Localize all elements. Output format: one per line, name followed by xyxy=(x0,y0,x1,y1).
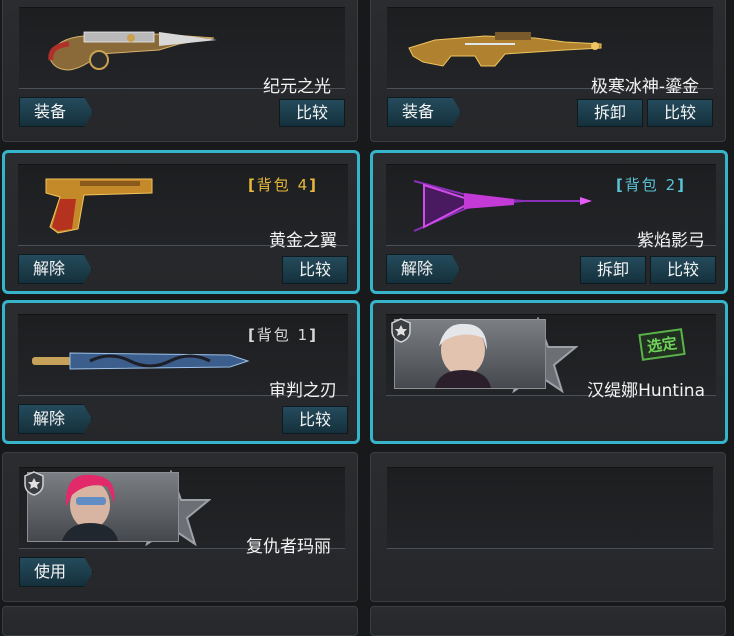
item-card-ziyan[interactable]: [背包 2] 紫焰影弓 解除 拆卸 比较 xyxy=(370,150,728,294)
compare-button[interactable]: 比较 xyxy=(282,256,348,284)
rank-badge-icon xyxy=(24,471,44,496)
energy-blaster-icon xyxy=(48,31,217,71)
unequip-button[interactable]: 解除 xyxy=(18,254,92,284)
compare-button[interactable]: 比较 xyxy=(279,99,345,127)
purple-crossbow-icon xyxy=(413,180,592,232)
backpack-slot-badge: [背包 1] xyxy=(247,326,318,344)
character-preview-pane: 复仇者玛丽 xyxy=(19,467,345,557)
blade-icon xyxy=(32,352,250,370)
backpack-slot-badge: [背包 2] xyxy=(615,176,686,194)
compare-button[interactable]: 比较 xyxy=(650,256,716,284)
remove-part-button[interactable]: 拆卸 xyxy=(580,256,646,284)
character-name: 复仇者玛丽 xyxy=(246,537,331,557)
selected-stamp: 选定 xyxy=(638,328,686,361)
item-preview-pane: 极寒冰神-鎏金 xyxy=(387,7,713,97)
character-card-huntina[interactable]: 选定 汉缇娜Huntina xyxy=(370,300,728,444)
item-name: 紫焰影弓 xyxy=(637,231,705,251)
item-name: 纪元之光 xyxy=(263,77,331,97)
item-preview-pane: [背包 1] 审判之刃 xyxy=(18,314,348,401)
item-preview-pane: [背包 2] 紫焰影弓 xyxy=(386,164,716,251)
equip-button[interactable]: 装备 xyxy=(19,97,93,127)
item-name: 审判之刃 xyxy=(269,381,337,401)
character-name: 汉缇娜Huntina xyxy=(587,381,705,401)
rank-badge-icon xyxy=(391,318,411,343)
item-name: 黄金之翼 xyxy=(269,231,337,251)
item-card-jihan[interactable]: 极寒冰神-鎏金 装备 拆卸 比较 xyxy=(370,0,726,142)
red-hair-girl-avatar xyxy=(27,472,179,542)
empty-preview-pane xyxy=(387,467,713,549)
gold-pistol-icon xyxy=(45,178,153,234)
character-card-mary[interactable]: 复仇者玛丽 使用 xyxy=(2,452,358,602)
equip-button[interactable]: 装备 xyxy=(387,97,461,127)
item-card-partial[interactable] xyxy=(370,606,726,636)
inventory-grid: 纪元之光 装备 比较 极寒冰神-鎏金 装备 拆卸 比较 [背包 4] 黄金之翼 … xyxy=(0,0,734,636)
empty-slot-card[interactable] xyxy=(370,452,726,602)
use-button[interactable]: 使用 xyxy=(19,557,93,587)
remove-part-button[interactable]: 拆卸 xyxy=(577,99,643,127)
item-preview-pane: 纪元之光 xyxy=(19,7,345,97)
white-hair-girl-avatar xyxy=(394,319,546,389)
item-card-huangjin[interactable]: [背包 4] 黄金之翼 解除 比较 xyxy=(2,150,360,294)
gold-rifle-icon xyxy=(408,32,602,67)
item-name: 极寒冰神-鎏金 xyxy=(590,77,699,97)
item-card-shenpan[interactable]: [背包 1] 审判之刃 解除 比较 xyxy=(2,300,360,444)
character-preview-pane: 选定 汉缇娜Huntina xyxy=(386,314,716,401)
compare-button[interactable]: 比较 xyxy=(647,99,713,127)
item-card-partial[interactable] xyxy=(2,606,358,636)
unequip-button[interactable]: 解除 xyxy=(386,254,460,284)
compare-button[interactable]: 比较 xyxy=(282,406,348,434)
item-card-jiyuan[interactable]: 纪元之光 装备 比较 xyxy=(2,0,358,142)
backpack-slot-badge: [背包 4] xyxy=(247,176,318,194)
unequip-button[interactable]: 解除 xyxy=(18,404,92,434)
item-preview-pane: [背包 4] 黄金之翼 xyxy=(18,164,348,251)
